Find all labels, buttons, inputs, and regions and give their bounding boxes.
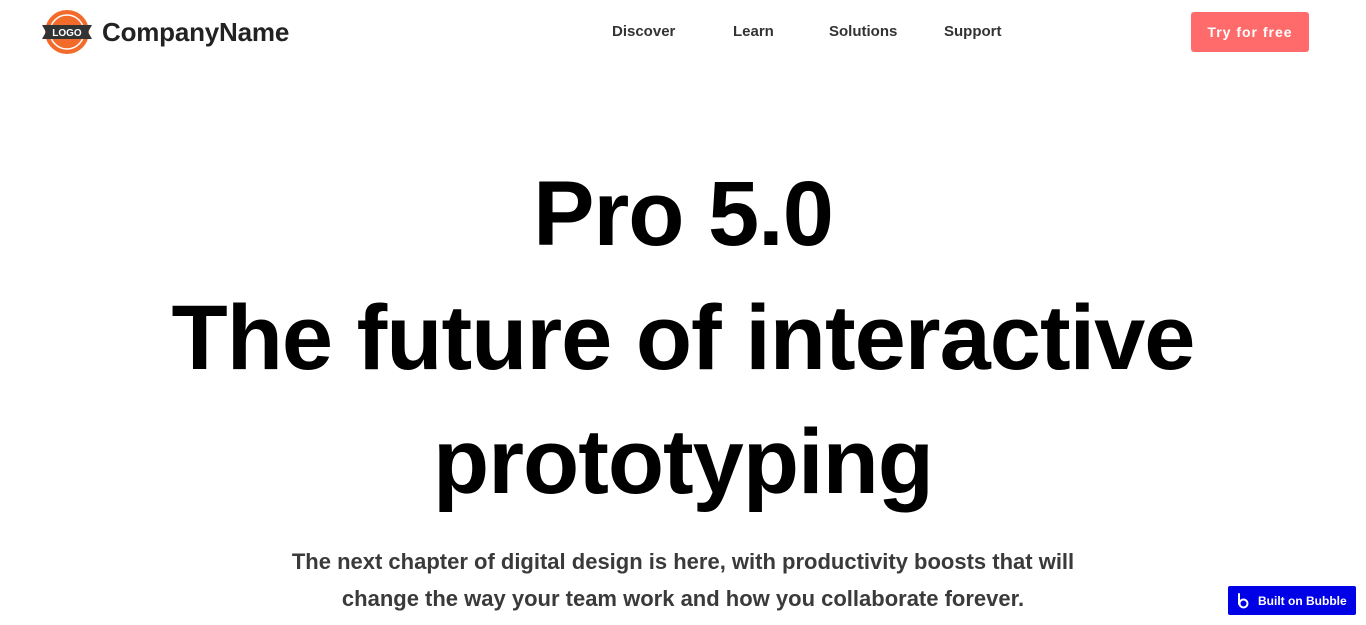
- hero-title-line: prototyping: [433, 411, 934, 513]
- nav-item-discover[interactable]: Discover: [612, 20, 675, 44]
- site-header: LOGO CompanyName Discover Learn Solution…: [0, 0, 1366, 64]
- try-for-free-button[interactable]: Try for free: [1191, 12, 1309, 52]
- page: LOGO CompanyName Discover Learn Solution…: [0, 0, 1366, 625]
- hero-subtitle-line: The next chapter of digital design is he…: [291, 549, 1075, 574]
- built-on-bubble-badge[interactable]: Built on Bubble: [1228, 586, 1356, 615]
- brand-name[interactable]: CompanyName: [102, 17, 289, 48]
- nav-item-learn[interactable]: Learn: [733, 20, 774, 44]
- hero-title-line: The future of interactive: [171, 287, 1196, 389]
- hero-title: Pro 5.0 The future of interactive protot…: [0, 152, 1366, 524]
- nav-item-solutions[interactable]: Solutions: [829, 20, 897, 44]
- logo-icon[interactable]: LOGO: [40, 8, 94, 56]
- hero-title-line: Pro 5.0: [533, 163, 834, 265]
- hero-subtitle: The next chapter of digital design is he…: [0, 543, 1366, 617]
- badge-label: Built on Bubble: [1258, 593, 1347, 608]
- hero-subtitle-line: change the way your team work and how yo…: [341, 586, 1025, 611]
- logo-text: LOGO: [52, 28, 82, 39]
- nav-item-support[interactable]: Support: [944, 20, 1002, 44]
- bubble-icon: [1236, 592, 1250, 609]
- brand[interactable]: LOGO CompanyName: [40, 8, 289, 56]
